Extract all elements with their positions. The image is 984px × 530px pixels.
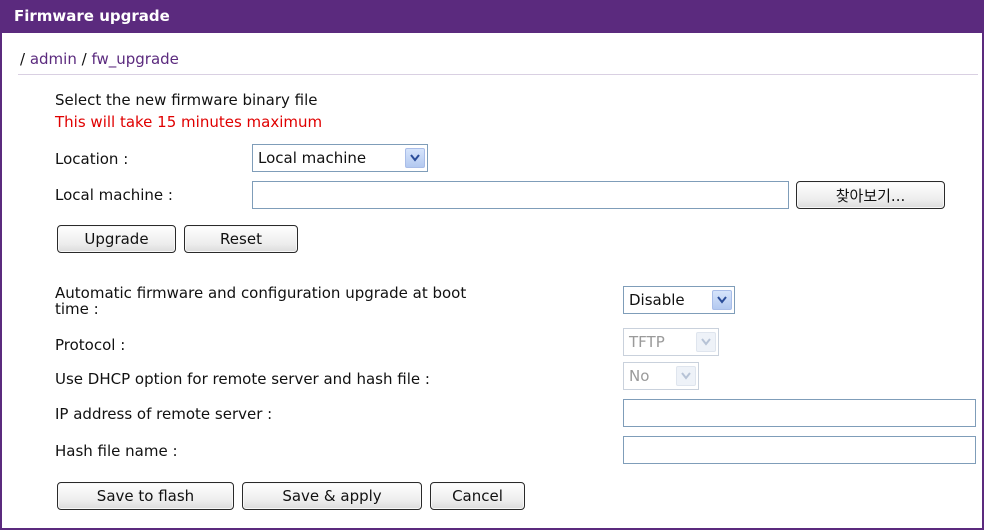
protocol-select-value: TFTP: [629, 333, 665, 351]
upload-heading: Select the new firmware binary file: [55, 91, 318, 109]
hash-file-input[interactable]: [623, 436, 976, 464]
ip-address-label: IP address of remote server :: [55, 405, 273, 423]
dhcp-select-value: No: [629, 367, 650, 385]
save-apply-button[interactable]: Save & apply: [242, 482, 422, 510]
auto-upgrade-label-line1: Automatic firmware and configuration upg…: [55, 284, 467, 302]
location-label: Location :: [55, 150, 129, 168]
cancel-button[interactable]: Cancel: [430, 482, 525, 510]
browse-button[interactable]: 찾아보기...: [796, 181, 945, 209]
upgrade-button[interactable]: Upgrade: [57, 225, 176, 253]
hash-file-label: Hash file name :: [55, 442, 178, 460]
breadcrumb-admin-link[interactable]: admin: [30, 50, 77, 68]
breadcrumb-sep: /: [81, 50, 87, 68]
location-select[interactable]: Local machine: [252, 144, 428, 172]
breadcrumb-fw-upgrade-link[interactable]: fw_upgrade: [91, 50, 178, 68]
chevron-down-icon[interactable]: [405, 148, 425, 168]
location-select-value: Local machine: [258, 149, 367, 167]
breadcrumb-sep: /: [20, 50, 26, 68]
dhcp-label: Use DHCP option for remote server and ha…: [55, 370, 430, 388]
chevron-down-icon: [676, 366, 696, 386]
chevron-down-icon[interactable]: [712, 290, 732, 310]
chevron-down-icon: [696, 332, 716, 352]
auto-upgrade-select[interactable]: Disable: [623, 286, 735, 314]
ip-address-input[interactable]: [623, 399, 976, 427]
save-to-flash-button[interactable]: Save to flash: [57, 482, 234, 510]
upload-warning: This will take 15 minutes maximum: [55, 113, 323, 131]
breadcrumb-divider: [18, 74, 978, 75]
dhcp-select: No: [623, 362, 699, 390]
protocol-label: Protocol :: [55, 336, 126, 354]
reset-button[interactable]: Reset: [184, 225, 298, 253]
protocol-select: TFTP: [623, 328, 719, 356]
auto-upgrade-label: Automatic firmware and configuration upg…: [55, 285, 466, 317]
local-machine-label: Local machine :: [55, 186, 173, 204]
local-file-input[interactable]: [252, 181, 789, 209]
panel-title: Firmware upgrade: [0, 0, 984, 33]
auto-upgrade-label-line2: time :: [55, 300, 99, 318]
auto-upgrade-select-value: Disable: [629, 291, 685, 309]
breadcrumb: / admin / fw_upgrade: [20, 50, 179, 68]
